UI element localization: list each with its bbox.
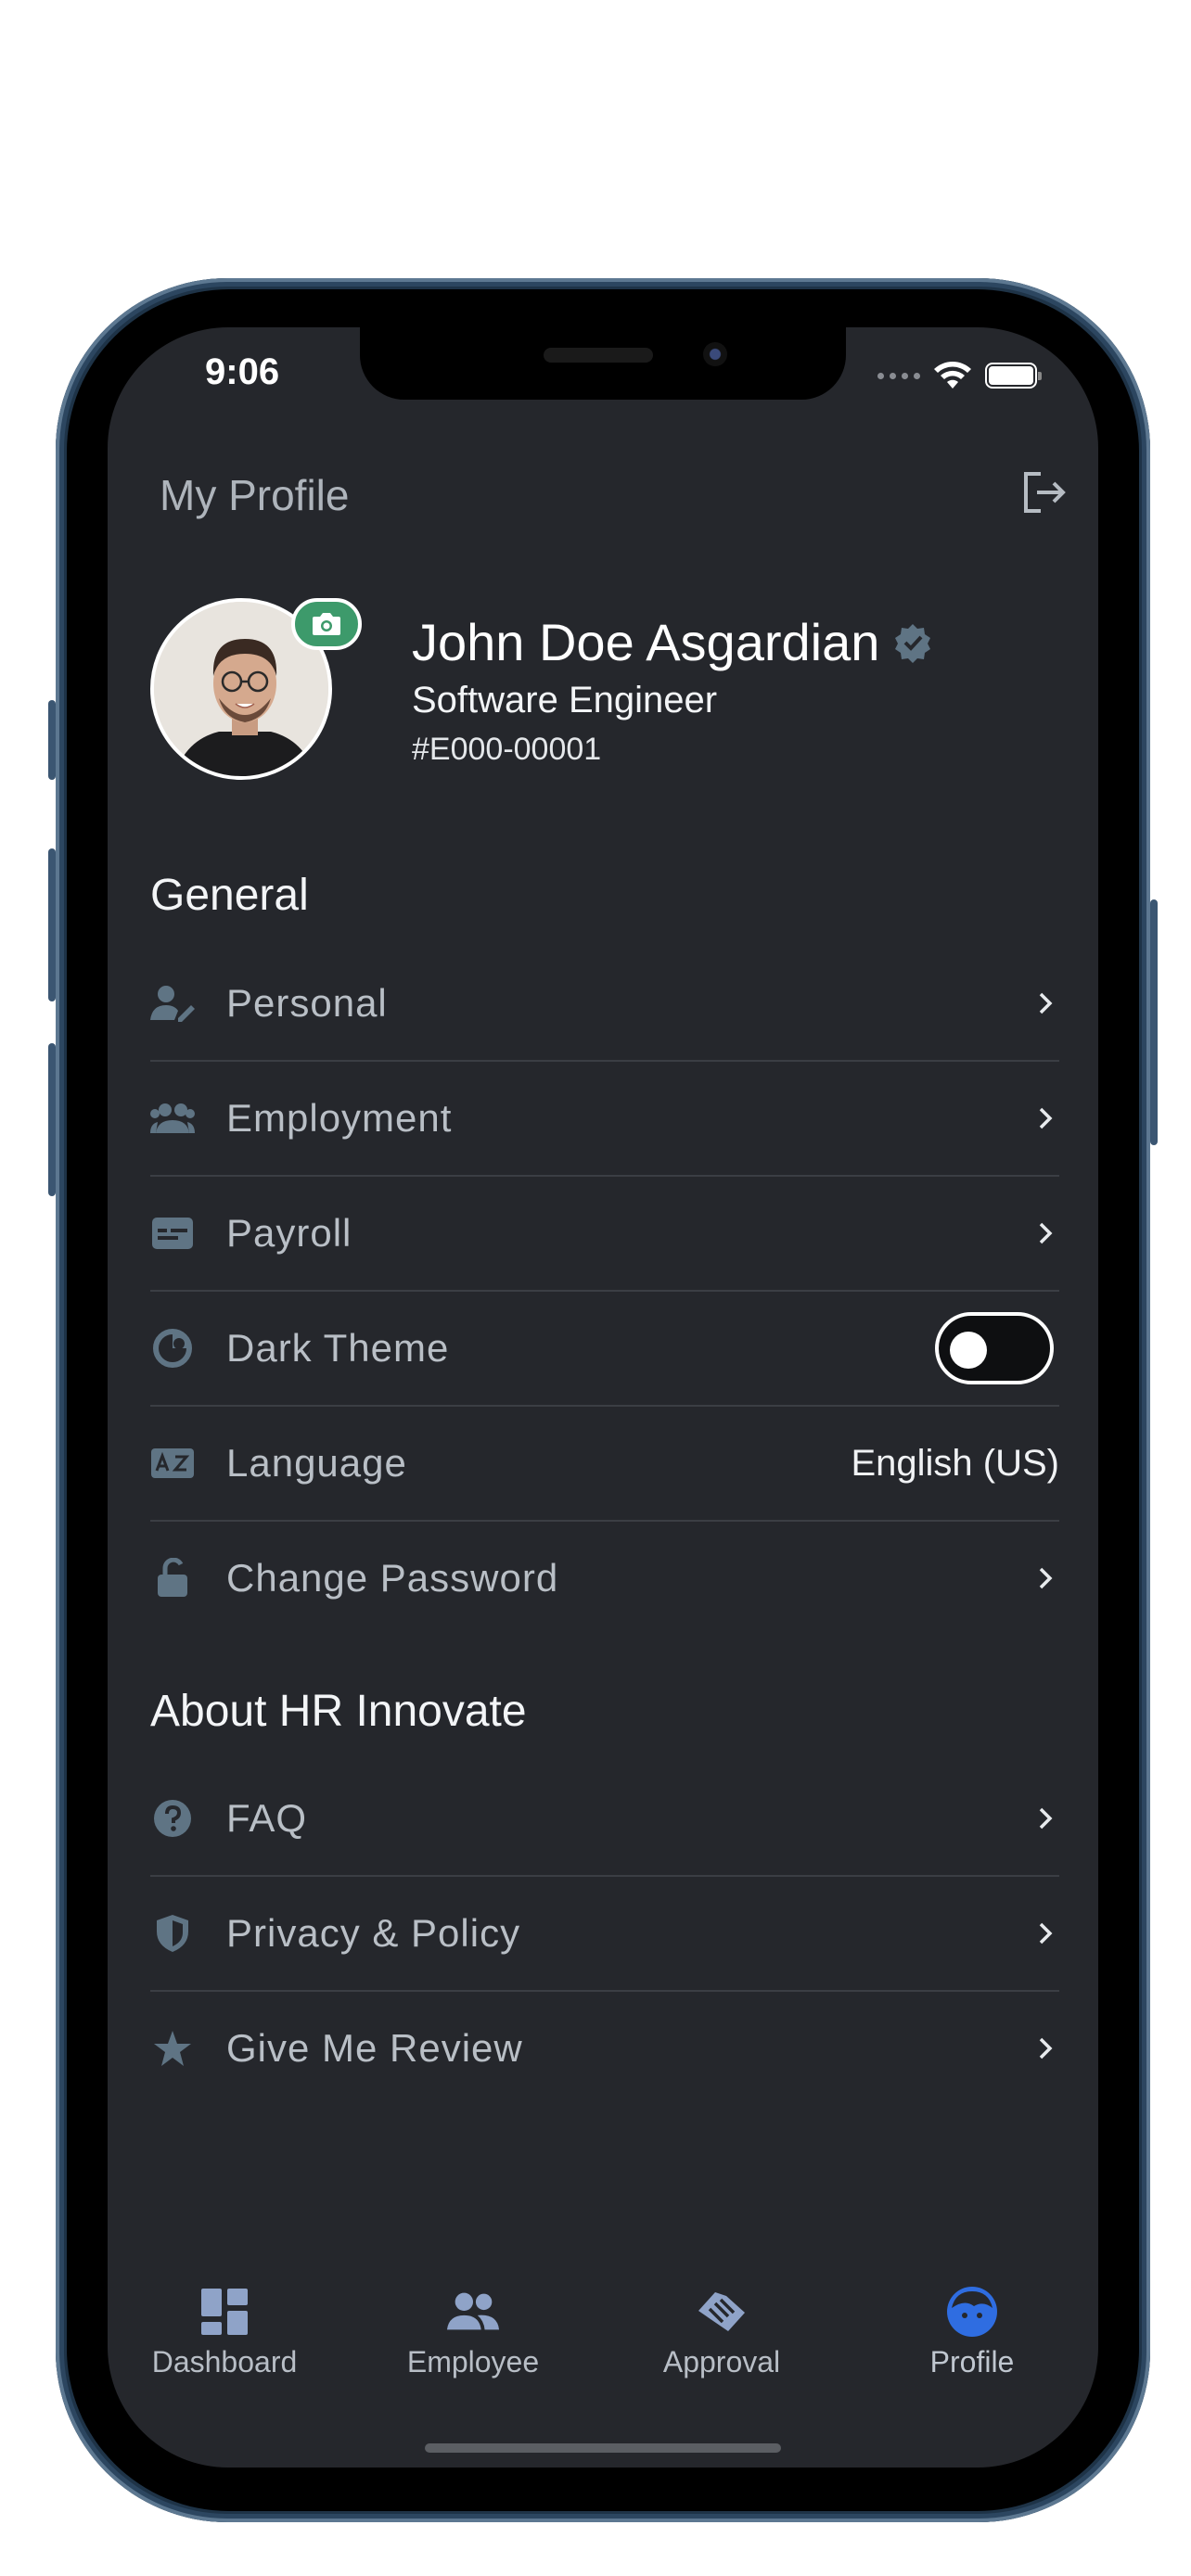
camera-icon — [313, 613, 340, 635]
menu-item-payroll[interactable]: Payroll — [150, 1177, 1059, 1292]
menu-label: FAQ — [226, 1796, 308, 1840]
section-title-general: General — [150, 871, 309, 920]
lock-open-icon — [150, 1556, 195, 1600]
about-menu: FAQ Privacy & Policy Give Me Review — [150, 1762, 1059, 2105]
theme-icon — [150, 1326, 195, 1371]
logout-icon[interactable] — [1018, 466, 1070, 518]
user-edit-icon — [150, 981, 195, 1026]
status-time: 9:06 — [205, 351, 280, 392]
employee-id: #E000-00001 — [412, 732, 602, 767]
menu-item-give-review[interactable]: Give Me Review — [150, 1992, 1059, 2105]
nav-label: Profile — [929, 2345, 1015, 2378]
nav-item-dashboard[interactable]: Dashboard — [122, 2284, 327, 2379]
nav-label: Employee — [406, 2345, 540, 2378]
nav-item-profile[interactable]: Profile — [870, 2284, 1074, 2379]
nav-item-employee[interactable]: Employee — [371, 2284, 575, 2379]
language-icon — [150, 1441, 195, 1486]
dashboard-icon — [197, 2284, 252, 2340]
chevron-right-icon — [1039, 1222, 1053, 1244]
language-value: English (US) — [851, 1442, 1059, 1484]
profile-icon — [944, 2284, 1000, 2340]
battery-icon — [985, 363, 1042, 389]
menu-item-personal[interactable]: Personal — [150, 947, 1059, 1062]
menu-label: Give Me Review — [226, 2026, 523, 2070]
menu-label: Language — [226, 1441, 407, 1485]
chevron-right-icon — [1039, 1107, 1053, 1129]
mute-switch — [48, 700, 56, 780]
chevron-right-icon — [1039, 1567, 1053, 1589]
menu-label: Dark Theme — [226, 1326, 450, 1370]
home-indicator — [425, 2443, 781, 2453]
menu-item-change-password[interactable]: Change Password — [150, 1522, 1059, 1635]
menu-item-language[interactable]: Language English (US) — [150, 1407, 1059, 1522]
wifi-icon — [934, 362, 971, 389]
chevron-right-icon — [1039, 992, 1053, 1014]
profile-name-row: John Doe Asgardian — [412, 612, 933, 672]
menu-item-faq[interactable]: FAQ — [150, 1762, 1059, 1877]
menu-label: Employment — [226, 1096, 453, 1140]
menu-label: Change Password — [226, 1556, 559, 1600]
app-screen: 9:06 My Profile John Doe Asgardian Softw… — [108, 327, 1098, 2468]
payroll-card-icon — [150, 1211, 195, 1256]
notch — [360, 327, 846, 400]
nav-label: Dashboard — [151, 2345, 298, 2378]
volume-up-button — [48, 848, 56, 1001]
change-photo-button[interactable] — [291, 598, 362, 650]
verified-badge-icon — [895, 623, 931, 663]
general-menu: Personal Employment Payroll Dark Theme L… — [150, 947, 1059, 1635]
toggle-knob — [950, 1332, 987, 1369]
menu-item-employment[interactable]: Employment — [150, 1062, 1059, 1177]
menu-label: Personal — [226, 981, 388, 1025]
employee-icon — [445, 2284, 501, 2340]
status-indicators — [877, 361, 1042, 390]
chevron-right-icon — [1039, 2037, 1053, 2060]
bottom-nav: Dashboard Employee Approval Profile — [108, 2284, 1098, 2404]
volume-down-button — [48, 1043, 56, 1196]
menu-item-privacy-policy[interactable]: Privacy & Policy — [150, 1877, 1059, 1992]
nav-item-approval[interactable]: Approval — [620, 2284, 824, 2379]
profile-name: John Doe Asgardian — [412, 613, 880, 671]
question-icon — [150, 1796, 195, 1841]
menu-label: Payroll — [226, 1211, 352, 1255]
page-title: My Profile — [160, 471, 350, 519]
chevron-right-icon — [1039, 1922, 1053, 1945]
section-title-about: About HR Innovate — [150, 1687, 527, 1736]
dark-theme-toggle[interactable] — [935, 1312, 1054, 1384]
approval-icon — [694, 2284, 749, 2340]
shield-icon — [150, 1911, 195, 1956]
chevron-right-icon — [1039, 1807, 1053, 1830]
star-icon — [150, 2026, 195, 2071]
signal-dots-icon — [877, 372, 920, 379]
menu-item-dark-theme: Dark Theme — [150, 1292, 1059, 1407]
power-button — [1150, 899, 1158, 1145]
people-group-icon — [150, 1096, 195, 1141]
menu-label: Privacy & Policy — [226, 1911, 521, 1955]
nav-label: Approval — [662, 2345, 781, 2378]
profile-role: Software Engineer — [412, 680, 718, 721]
avatar-container[interactable] — [150, 598, 362, 784]
